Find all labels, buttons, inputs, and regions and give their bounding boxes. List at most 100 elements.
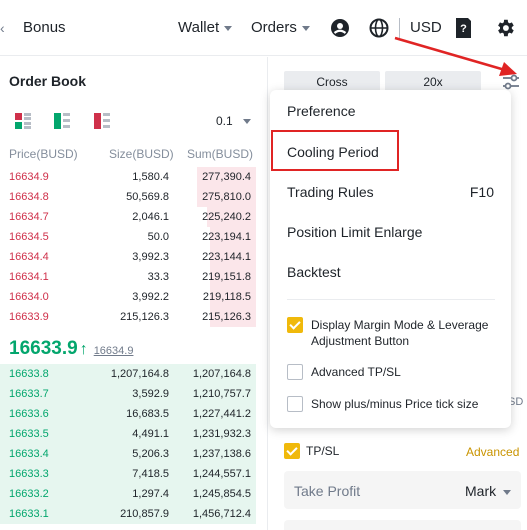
bid-row[interactable]: 16633.2 1,297.4 1,245,854.5 [0,484,256,504]
document-icon[interactable]: ? [453,17,473,39]
ask-price: 16634.1 [9,271,49,283]
settings-gear-icon[interactable] [494,17,516,39]
ask-sum: 219,118.5 [202,291,251,303]
caret-down-icon [224,25,233,31]
display-margin-mode-label: Display Margin Mode & Leverage Adjustmen… [311,318,489,348]
ask-row[interactable]: 16634.8 50,569.8 275,810.0 [0,187,256,207]
bid-size: 3,592.9 [132,388,169,400]
ask-sum: 223,194.1 [202,231,251,243]
price-column-header: Price(BUSD) [9,147,78,161]
sliders-settings-icon[interactable] [501,72,521,92]
ask-row[interactable]: 16634.7 2,046.1 225,240.2 [0,207,256,227]
last-price-display[interactable]: 16633.9 ↑ 16634.9 [9,338,133,360]
bid-sum: 1,245,854.5 [192,488,251,500]
globe-icon[interactable] [369,18,389,38]
nav-bonus-link[interactable]: Bonus [23,19,66,36]
tpsl-checkbox[interactable]: TP/SL [284,442,339,460]
nav-divider [399,18,400,38]
trading-rules-shortcut: F10 [469,184,494,200]
menu-item-preference[interactable]: Preference [287,103,355,119]
ask-row[interactable]: 16634.0 3,992.2 219,118.5 [0,287,256,307]
nav-orders-label: Orders [251,19,297,36]
take-profit-trigger-select[interactable]: Mark [465,483,512,499]
asks-only-view-icon[interactable] [94,113,110,129]
ask-price: 16634.9 [9,171,49,183]
price-tick-size-checkbox[interactable] [287,396,303,412]
nav-wallet-label: Wallet [178,19,220,36]
ask-row[interactable]: 16634.5 50.0 223,194.1 [0,227,256,247]
ask-price: 16633.9 [9,311,49,323]
ask-price: 16634.4 [9,251,49,263]
top-navigation-bar: ‹ Bonus Wallet Orders USD ? [0,0,527,56]
ask-size: 50.0 [147,231,169,243]
bids-only-view-icon[interactable] [54,113,70,129]
menu-divider [287,299,495,300]
ask-row[interactable]: 16634.1 33.3 219,151.8 [0,267,256,287]
sum-column-header: Sum(BUSD) [187,147,254,161]
tick-size-value: 0.1 [216,114,233,128]
caret-down-icon [301,25,310,31]
menu-item-backtest[interactable]: Backtest [287,264,341,280]
up-arrow-icon: ↑ [79,341,88,358]
bid-price: 16633.6 [9,408,49,420]
ask-sum: 225,240.2 [202,211,251,223]
user-icon[interactable] [330,18,350,38]
caret-down-icon [503,489,512,495]
bid-sum: 1,244,557.1 [192,468,251,480]
chevron-left-icon[interactable]: ‹ [0,20,5,36]
bid-row[interactable]: 16633.1 210,857.9 1,456,712.4 [0,504,256,524]
bid-size: 1,207,164.8 [110,368,169,380]
bid-price: 16633.5 [9,428,49,440]
tick-size-selector[interactable]: 0.1 [216,114,251,128]
price-tick-size-label: Show plus/minus Price tick size [311,397,479,411]
bid-row[interactable]: 16633.3 7,418.5 1,244,557.1 [0,464,256,484]
bid-price: 16633.7 [9,388,49,400]
bid-row[interactable]: 16633.8 1,207,164.8 1,207,164.8 [0,364,256,384]
ask-size: 50,569.8 [126,191,169,203]
bid-sum: 1,210,757.7 [192,388,251,400]
ask-size: 3,992.2 [132,291,169,303]
bid-row[interactable]: 16633.7 3,592.9 1,210,757.7 [0,384,256,404]
advanced-tpsl-label: Advanced TP/SL [311,365,401,379]
ask-size: 1,580.4 [132,171,169,183]
ask-size: 2,046.1 [132,211,169,223]
bid-size: 16,683.5 [126,408,169,420]
ask-size: 3,992.3 [132,251,169,263]
ask-price: 16634.8 [9,191,49,203]
order-book-title: Order Book [9,73,87,89]
menu-item-position-limit-enlarge[interactable]: Position Limit Enlarge [287,224,422,240]
last-price: 16633.9 [9,338,78,359]
ask-row[interactable]: 16633.9 215,126.3 215,126.3 [0,307,256,327]
currency-selector[interactable]: USD [410,19,442,36]
bid-size: 1,297.4 [132,488,169,500]
bid-price: 16633.1 [9,508,49,520]
bid-sum: 1,231,932.3 [192,428,251,440]
display-margin-mode-checkbox[interactable] [287,317,303,333]
ask-sum: 219,151.8 [202,271,251,283]
both-sides-view-icon[interactable] [15,113,31,129]
bid-row[interactable]: 16633.4 5,206.3 1,237,138.6 [0,444,256,464]
bid-price: 16633.8 [9,368,49,380]
advanced-link[interactable]: Advanced [466,445,519,459]
checkbox-checked-icon [284,442,300,459]
mark-price[interactable]: 16634.9 [94,345,134,357]
advanced-tpsl-checkbox[interactable] [287,364,303,380]
ask-row[interactable]: 16634.9 1,580.4 277,390.4 [0,167,256,187]
bid-sum: 1,207,164.8 [192,368,251,380]
menu-item-trading-rules[interactable]: Trading Rules [287,184,374,200]
ask-row[interactable]: 16634.4 3,992.3 223,144.1 [0,247,256,267]
bid-price: 16633.4 [9,448,49,460]
take-profit-placeholder: Take Profit [294,483,361,499]
ask-sum: 215,126.3 [202,311,251,323]
take-profit-input[interactable]: Take Profit Mark [284,471,521,509]
bid-size: 5,206.3 [132,448,169,460]
bid-price: 16633.3 [9,468,49,480]
ask-price: 16634.5 [9,231,49,243]
bid-row[interactable]: 16633.5 4,491.1 1,231,932.3 [0,424,256,444]
nav-orders-menu[interactable]: Orders [251,19,310,36]
svg-text:?: ? [460,23,467,35]
bid-row[interactable]: 16633.6 16,683.5 1,227,441.2 [0,404,256,424]
stop-loss-input[interactable] [284,520,521,530]
nav-wallet-menu[interactable]: Wallet [178,19,233,36]
ask-size: 215,126.3 [120,311,169,323]
